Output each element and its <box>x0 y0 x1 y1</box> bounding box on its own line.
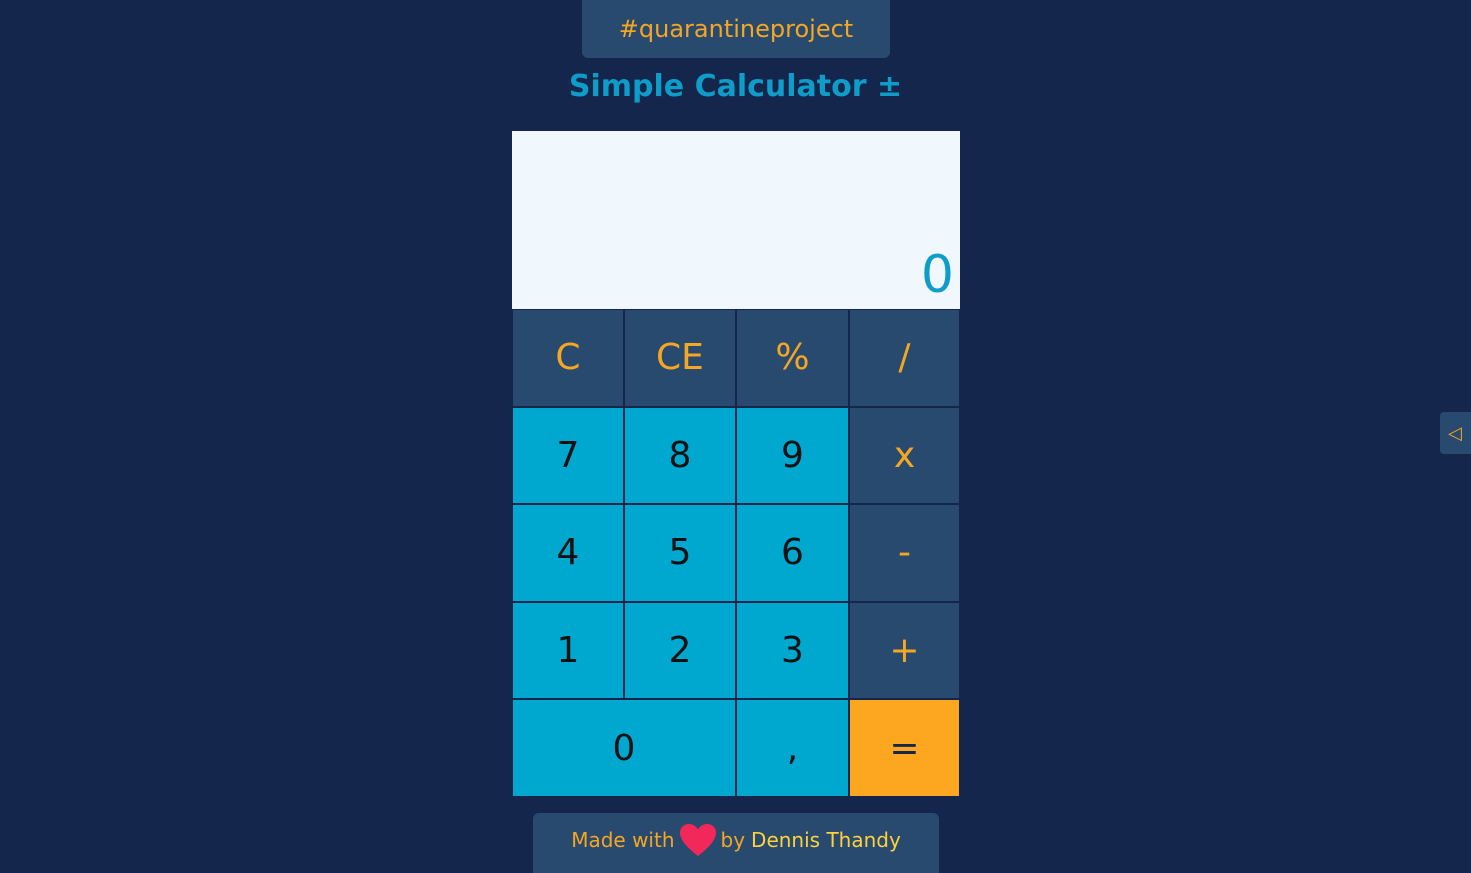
triangle-left-icon: ◁ <box>1448 422 1462 444</box>
digit-5-button[interactable]: 5 <box>624 504 736 602</box>
display-value: 0 <box>920 245 954 305</box>
minus-button[interactable]: - <box>849 504 960 602</box>
digit-1-button[interactable]: 1 <box>512 601 624 700</box>
multiply-button[interactable]: x <box>849 406 960 505</box>
hashtag-banner: #quarantineproject <box>582 0 890 58</box>
clear-entry-button[interactable]: CE <box>624 309 736 407</box>
digit-7-button[interactable]: 7 <box>512 406 624 505</box>
digit-8-button[interactable]: 8 <box>624 406 736 505</box>
page-title: Simple Calculator ± <box>568 69 903 104</box>
calculator-display: 0 <box>512 131 960 309</box>
digit-3-button[interactable]: 3 <box>736 601 849 700</box>
equals-button[interactable]: = <box>849 699 960 797</box>
keypad: C CE % / 7 8 9 x 4 5 6 - 1 2 3 + 0 , = <box>512 309 960 797</box>
clear-button[interactable]: C <box>512 309 624 407</box>
digit-2-button[interactable]: 2 <box>624 601 736 700</box>
plus-button[interactable]: + <box>849 601 960 700</box>
side-panel-toggle[interactable]: ◁ <box>1440 412 1471 454</box>
digit-9-button[interactable]: 9 <box>736 406 849 505</box>
calculator: 0 C CE % / 7 8 9 x 4 5 6 - 1 2 3 + 0 , = <box>512 131 960 797</box>
digit-0-button[interactable]: 0 <box>512 699 736 797</box>
digit-4-button[interactable]: 4 <box>512 504 624 602</box>
footer-credit: Made with by Dennis Thandy <box>533 813 939 873</box>
footer-by: by <box>720 828 746 852</box>
footer-made-with: Made with <box>571 828 675 852</box>
heart-icon <box>679 823 717 857</box>
hashtag-text: #quarantineproject <box>618 15 854 43</box>
author-link[interactable]: Dennis Thandy <box>751 828 901 852</box>
divide-button[interactable]: / <box>849 309 960 407</box>
decimal-button[interactable]: , <box>736 699 849 797</box>
digit-6-button[interactable]: 6 <box>736 504 849 602</box>
percent-button[interactable]: % <box>736 309 849 407</box>
